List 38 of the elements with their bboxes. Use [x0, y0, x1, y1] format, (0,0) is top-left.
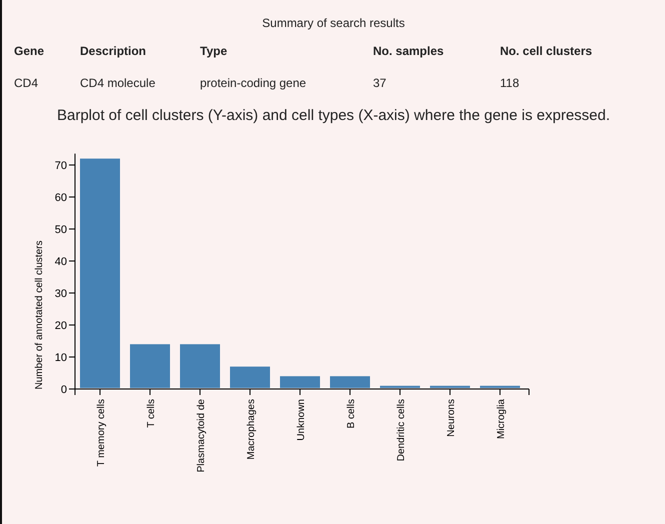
x-tick-label: Neurons [446, 399, 457, 437]
y-tick-label: 70 [54, 160, 67, 172]
bar [430, 386, 470, 388]
bar [280, 376, 320, 388]
x-tick-label: T memory cells [96, 399, 107, 467]
column-header: Gene [13, 44, 46, 58]
bar [480, 386, 520, 388]
summary-title: Summary of search results [261, 15, 406, 32]
x-tick-label: Unknown [296, 399, 307, 441]
column-header: No. samples [373, 44, 445, 58]
bar [230, 366, 270, 388]
table-cell-text: CD4 [13, 76, 40, 90]
table-cell-text: 37 [373, 76, 388, 90]
column-header: Description [80, 44, 148, 58]
x-tick-label: B cells [346, 399, 357, 428]
column-header: Type [200, 44, 228, 58]
x-tick-label: Macrophages [246, 399, 257, 460]
y-tick-label: 20 [54, 320, 67, 332]
x-tick-label: Plasmacytoid de [196, 399, 207, 472]
y-axis-label: Number of annotated cell clusters [34, 240, 45, 390]
bar [180, 344, 220, 388]
y-tick-label: 60 [54, 192, 67, 204]
table-cell-text: CD4 molecule [80, 76, 156, 90]
y-tick-label: 50 [54, 224, 67, 236]
y-tick-label: 40 [54, 256, 67, 268]
bar [380, 386, 420, 388]
table-cell-text: protein-coding gene [200, 76, 308, 90]
chart-caption: Barplot of cell clusters (Y-axis) and cell types (X-axis) where the gene is expressed. [56, 106, 612, 126]
column-header: No. cell clusters [500, 44, 592, 58]
x-tick-label: T cells [146, 399, 157, 428]
bar [130, 344, 170, 388]
bar [330, 376, 370, 388]
x-tick-label: Microglia [496, 399, 507, 440]
table-cell: 118 [500, 76, 520, 90]
y-tick-label: 10 [54, 352, 67, 364]
y-tick-label: 30 [54, 288, 67, 300]
x-tick-label: Dendritic cells [396, 399, 407, 462]
y-tick-label: 0 [60, 384, 67, 396]
